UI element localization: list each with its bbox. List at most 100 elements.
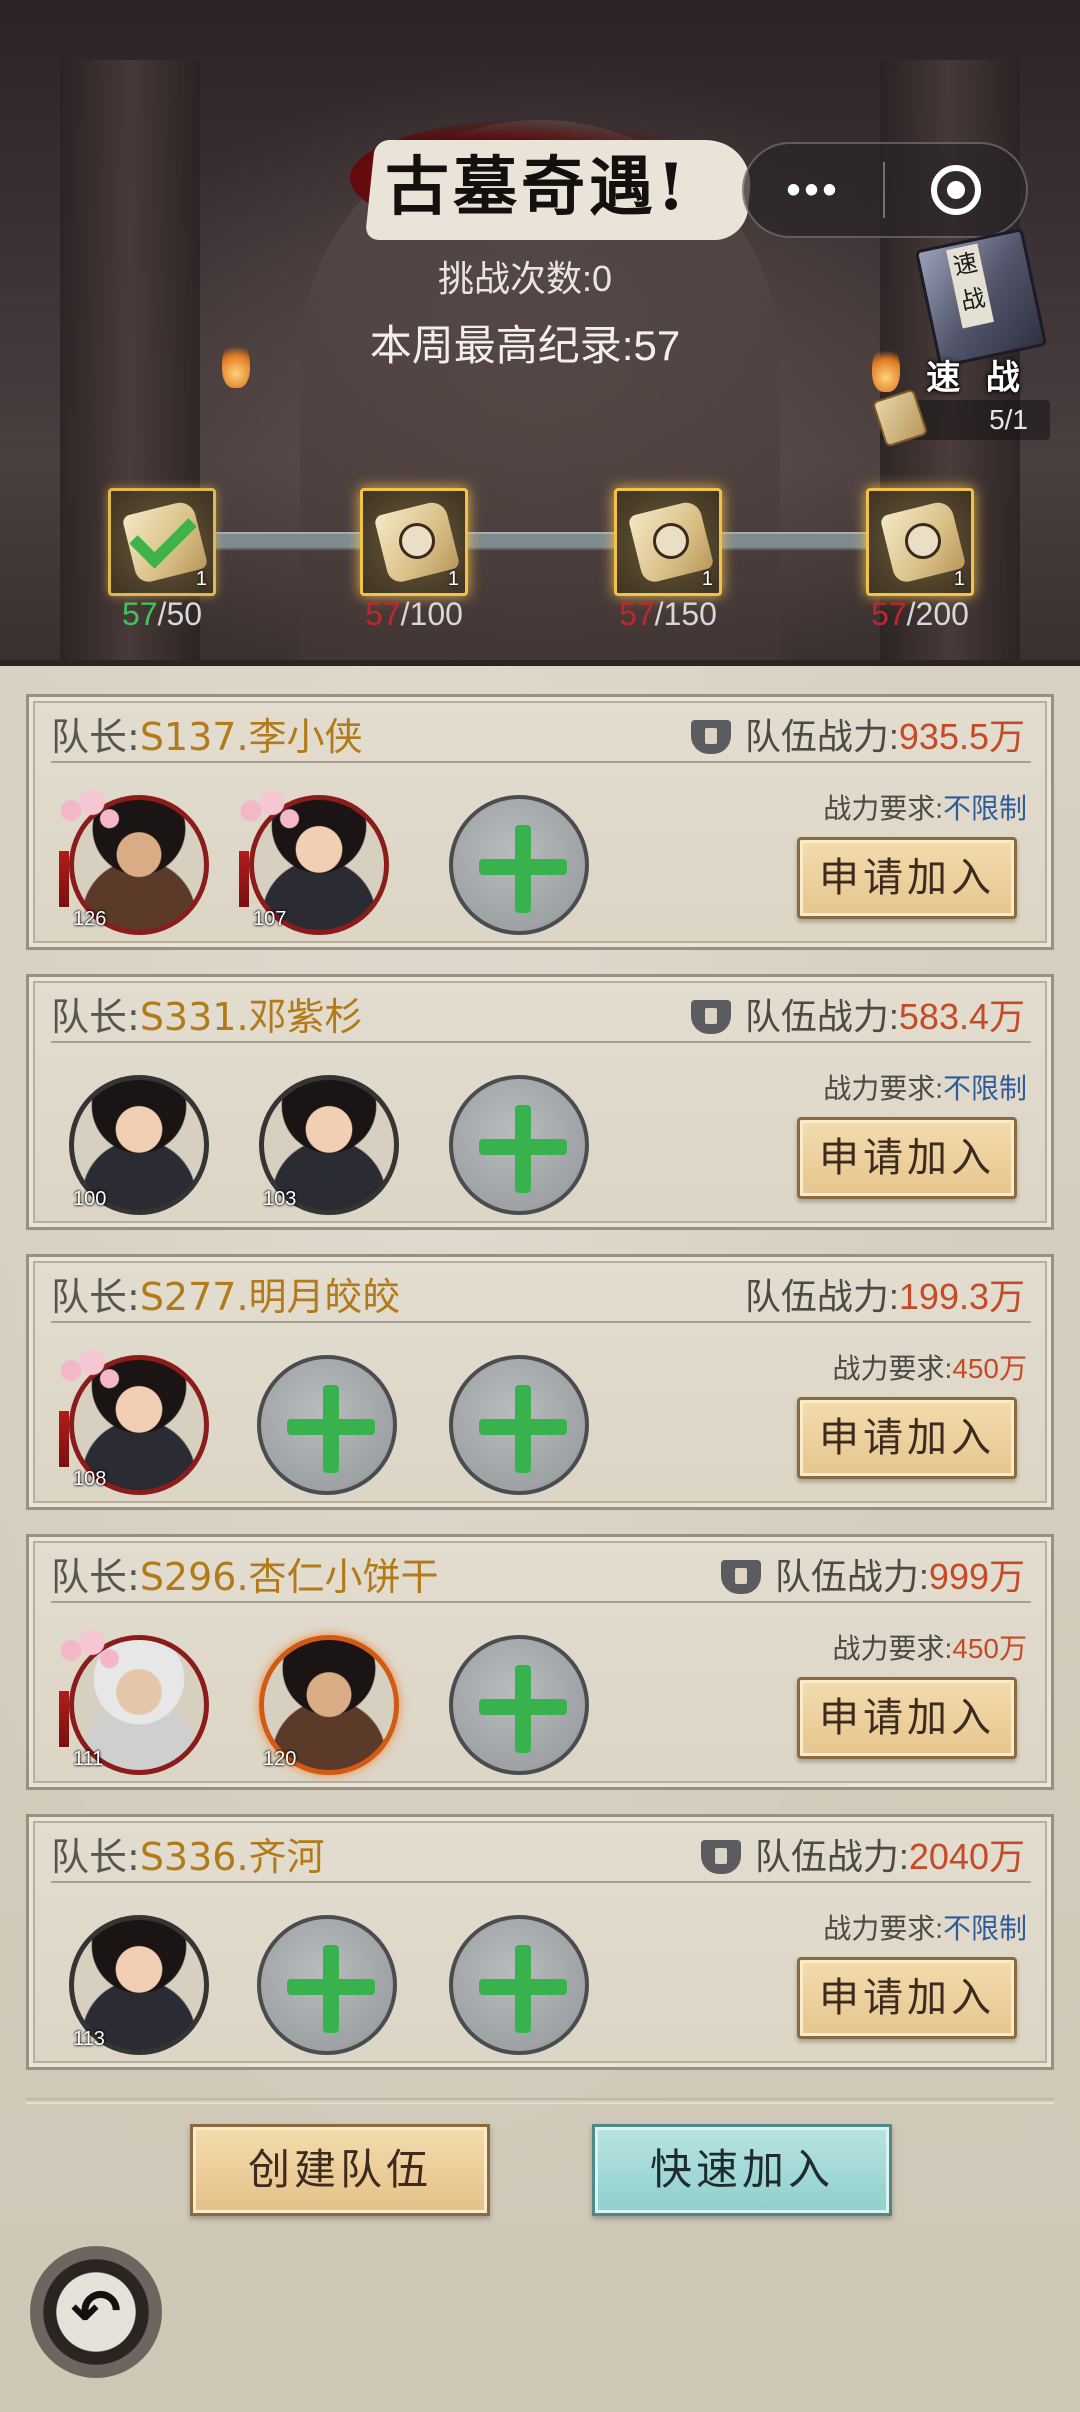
power-requirement: 战力要求:不限制 bbox=[823, 1913, 1027, 1944]
close-miniapp-button[interactable] bbox=[885, 165, 1026, 215]
member-avatar[interactable]: 113 bbox=[69, 1915, 209, 2055]
target-score: /100 bbox=[400, 596, 463, 632]
empty-slot-button[interactable] bbox=[257, 1915, 397, 2055]
reward-chest-4[interactable]: 1 bbox=[866, 488, 974, 596]
apply-join-button[interactable]: 申请加入 bbox=[797, 1677, 1017, 1759]
team-leader: 队长:S137.李小侠 bbox=[51, 715, 363, 759]
team-card: 队长:S296.杏仁小饼干 队伍战力: 999万 111 120 战力要求:450… bbox=[26, 1534, 1054, 1790]
shield-icon bbox=[690, 720, 731, 754]
member-avatar[interactable]: 103 bbox=[259, 1075, 399, 1215]
member-level: 103 bbox=[263, 1188, 297, 1210]
reward-chest-1[interactable]: 1 bbox=[108, 488, 216, 596]
power-requirement: 战力要求:450万 bbox=[832, 1353, 1028, 1384]
empty-slot-button[interactable] bbox=[257, 1355, 397, 1495]
progress-track bbox=[160, 532, 920, 550]
more-options-icon[interactable]: ••• bbox=[744, 168, 883, 213]
quick-join-button[interactable]: 快速加入 bbox=[592, 2124, 892, 2216]
team-power: 队伍战力: 2040万 bbox=[700, 1831, 1025, 1883]
milestone-progress-1: 57/50 bbox=[82, 596, 242, 633]
team-power-value: 999万 bbox=[928, 1556, 1025, 1597]
back-arrow-icon: ↶ bbox=[70, 2278, 122, 2345]
team-card: 队长:S277.明月皎皎 队伍战力: 199.3万 108 战力要求:450万 申… bbox=[26, 1254, 1054, 1510]
current-score: 57 bbox=[871, 596, 907, 632]
team-power: 队伍战力: 999万 bbox=[720, 1551, 1025, 1603]
current-score: 57 bbox=[121, 596, 158, 632]
team-power-value: 935.5万 bbox=[898, 716, 1025, 757]
requirement-value: 450万 bbox=[952, 1353, 1027, 1384]
current-score: 57 bbox=[619, 596, 655, 632]
seal-icon bbox=[905, 523, 941, 559]
team-header: 队长:S277.明月皎皎 队伍战力: 199.3万 bbox=[51, 1271, 1031, 1323]
leader-name: S336.齐河 bbox=[139, 1835, 325, 1879]
leader-name: S137.李小侠 bbox=[139, 715, 363, 759]
milestone-progress-2: 57/100 bbox=[334, 596, 494, 633]
tassel-icon bbox=[59, 851, 69, 907]
seal-icon bbox=[399, 523, 435, 559]
apply-join-button[interactable]: 申请加入 bbox=[797, 837, 1017, 919]
reward-chest-2[interactable]: 1 bbox=[360, 488, 468, 596]
empty-slot-button[interactable] bbox=[449, 1915, 589, 2055]
target-score: /200 bbox=[906, 596, 969, 632]
member-avatar[interactable]: 120 bbox=[259, 1635, 399, 1775]
blossom-frame-icon bbox=[57, 789, 127, 843]
team-leader: 队长:S336.齐河 bbox=[51, 1835, 325, 1879]
plus-icon-bar bbox=[479, 859, 567, 875]
quick-battle-button[interactable]: 速战 速 战 bbox=[902, 227, 1052, 400]
requirement-value: 不限制 bbox=[942, 1913, 1027, 1944]
team-power-value: 2040万 bbox=[908, 1836, 1025, 1877]
list-divider bbox=[26, 2098, 1054, 2104]
apply-join-button[interactable]: 申请加入 bbox=[797, 1957, 1017, 2039]
team-power: 队伍战力: 935.5万 bbox=[690, 711, 1025, 763]
team-leader: 队长:S296.杏仁小饼干 bbox=[51, 1555, 439, 1599]
milestone-progress-3: 57/150 bbox=[588, 596, 748, 633]
miniapp-capsule: ••• bbox=[742, 142, 1028, 238]
team-power: 队伍战力: 199.3万 bbox=[745, 1271, 1025, 1323]
requirement-value: 不限制 bbox=[942, 1073, 1027, 1104]
quick-battle-label: 速 战 bbox=[926, 359, 1028, 397]
leader-name: S296.杏仁小饼干 bbox=[139, 1555, 439, 1599]
member-avatar[interactable]: 100 bbox=[69, 1075, 209, 1215]
empty-slot-button[interactable] bbox=[449, 1075, 589, 1215]
team-card: 队长:S137.李小侠 队伍战力: 935.5万 126 107 战力要求:不限制… bbox=[26, 694, 1054, 950]
plus-icon-bar bbox=[479, 1139, 567, 1155]
blossom-frame-icon bbox=[57, 1349, 127, 1403]
team-power-value: 583.4万 bbox=[898, 996, 1025, 1037]
plus-icon-bar bbox=[479, 1979, 567, 1995]
team-leader: 队长:S277.明月皎皎 bbox=[51, 1275, 401, 1319]
requirement-value: 不限制 bbox=[942, 793, 1027, 824]
team-power-value: 199.3万 bbox=[898, 1276, 1025, 1317]
page-title: 古墓奇遇! bbox=[385, 150, 690, 225]
member-avatar[interactable]: 107 bbox=[237, 789, 389, 935]
current-score: 57 bbox=[365, 596, 401, 632]
tassel-icon bbox=[59, 1411, 69, 1467]
leader-name: S277.明月皎皎 bbox=[139, 1275, 401, 1319]
team-card: 队长:S331.邓紫杉 队伍战力: 583.4万 100 103 战力要求:不限制… bbox=[26, 974, 1054, 1230]
target-score: /50 bbox=[157, 596, 203, 632]
tassel-icon bbox=[59, 1691, 69, 1747]
reward-count: 1 bbox=[953, 568, 965, 590]
member-level: 107 bbox=[253, 908, 287, 930]
empty-slot-button[interactable] bbox=[449, 1355, 589, 1495]
shield-icon bbox=[690, 1000, 731, 1034]
create-team-button[interactable]: 创建队伍 bbox=[190, 2124, 490, 2216]
member-avatar[interactable]: 108 bbox=[57, 1349, 209, 1495]
apply-join-button[interactable]: 申请加入 bbox=[797, 1397, 1017, 1479]
member-level: 100 bbox=[73, 1188, 107, 1210]
tassel-icon bbox=[239, 851, 249, 907]
team-header: 队长:S336.齐河 队伍战力: 2040万 bbox=[51, 1831, 1031, 1883]
empty-slot-button[interactable] bbox=[449, 795, 589, 935]
apply-join-button[interactable]: 申请加入 bbox=[797, 1117, 1017, 1199]
team-header: 队长:S137.李小侠 队伍战力: 935.5万 bbox=[51, 711, 1031, 763]
team-list-panel[interactable]: 队长:S137.李小侠 队伍战力: 935.5万 126 107 战力要求:不限制… bbox=[0, 660, 1080, 2412]
challenge-count: 挑战次数:0 bbox=[437, 258, 613, 299]
empty-slot-button[interactable] bbox=[449, 1635, 589, 1775]
reward-chest-3[interactable]: 1 bbox=[614, 488, 722, 596]
member-avatar[interactable]: 126 bbox=[57, 789, 209, 935]
member-level: 111 bbox=[73, 1748, 104, 1770]
target-score: /150 bbox=[654, 596, 717, 632]
back-button[interactable]: ↶ bbox=[30, 2246, 162, 2378]
requirement-value: 450万 bbox=[952, 1633, 1027, 1664]
reward-count: 1 bbox=[195, 568, 207, 590]
power-requirement: 战力要求:450万 bbox=[832, 1633, 1028, 1664]
member-avatar[interactable]: 111 bbox=[57, 1629, 209, 1775]
